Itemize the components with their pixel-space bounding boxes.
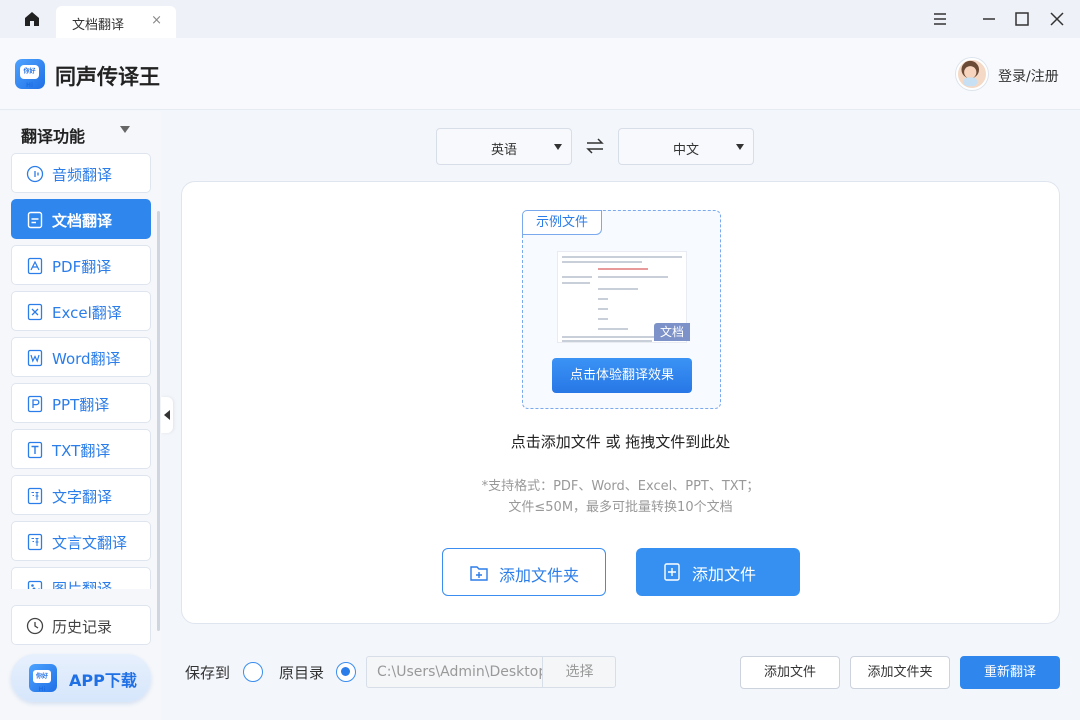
file-add-icon xyxy=(664,563,680,581)
sidebar-item-label: TXT翻译 xyxy=(52,442,111,460)
image-icon xyxy=(27,580,43,589)
avatar[interactable] xyxy=(956,58,988,90)
swap-icon[interactable] xyxy=(585,137,605,155)
sample-file-panel: 示例文件 文档 点击体验翻译效果 xyxy=(522,210,721,409)
chevron-left-icon xyxy=(164,410,170,420)
add-file-label: 添加文件 xyxy=(692,565,757,584)
translate-icon xyxy=(27,487,43,505)
output-path-value: C:\Users\Admin\Desktop xyxy=(377,664,542,680)
logo-text: 你好 Hi xyxy=(20,65,39,89)
app-header: 你好 Hi 同声传译王 登录/注册 xyxy=(0,38,1080,110)
app-download-label: APP下载 xyxy=(69,671,137,690)
sidebar-item-txt[interactable]: TXT翻译 xyxy=(11,429,151,469)
sidebar-item-classical-chinese[interactable]: 文言文翻译 xyxy=(11,521,151,561)
sidebar-item-label: 图片翻译 xyxy=(52,580,113,589)
sidebar-item-label: PDF翻译 xyxy=(52,258,112,276)
save-to-label: 保存到 xyxy=(185,664,231,682)
txt-icon xyxy=(27,441,43,459)
file-drop-zone[interactable]: 示例文件 文档 点击体验翻译效果 点击添加文件 或 拖拽文件到此处 *支持格式：… xyxy=(181,181,1060,624)
sidebar-item-label: PPT翻译 xyxy=(52,396,110,414)
choose-path-button[interactable]: 选择 xyxy=(542,657,616,687)
sidebar-item-word[interactable]: Word翻译 xyxy=(11,337,151,377)
clock-icon xyxy=(26,617,44,635)
ppt-icon xyxy=(27,395,43,413)
caret-down-icon xyxy=(554,144,562,150)
add-folder-button[interactable]: 添加文件夹 xyxy=(442,548,606,596)
login-register-link[interactable]: 登录/注册 xyxy=(998,66,1059,86)
menu-icon[interactable] xyxy=(929,8,951,30)
source-language-select[interactable]: 英语 xyxy=(436,128,572,165)
sidebar-item-image[interactable]: 图片翻译 xyxy=(11,567,151,589)
caret-down-icon xyxy=(736,144,744,150)
close-icon[interactable] xyxy=(1046,8,1068,30)
document-badge: 文档 xyxy=(654,323,690,341)
logo-text: 你好 Hi xyxy=(33,670,51,693)
sample-file-tag: 示例文件 xyxy=(522,210,602,235)
target-language-value: 中文 xyxy=(672,143,699,158)
file-limit-hint: 文件≤50M，最多可批量转换10个文档 xyxy=(508,500,733,515)
sidebar-item-label: 音频翻译 xyxy=(52,166,113,184)
folder-add-icon xyxy=(470,566,488,581)
app-logo: 你好 Hi xyxy=(15,59,45,89)
app-title: 同声传译王 xyxy=(55,65,160,89)
sidebar-item-excel[interactable]: Excel翻译 xyxy=(11,291,151,331)
add-folder-label: 添加文件夹 xyxy=(499,566,580,585)
sidebar-item-document[interactable]: 文档翻译 xyxy=(11,199,151,239)
tab-label: 文档翻译 xyxy=(72,18,125,33)
original-dir-label: 原目录 xyxy=(279,664,325,682)
tab-close-icon[interactable]: × xyxy=(151,13,162,28)
sidebar-item-label: 文言文翻译 xyxy=(52,534,128,552)
sidebar-item-text[interactable]: 文字翻译 xyxy=(11,475,151,515)
title-bar: 文档翻译 × xyxy=(0,0,1080,38)
word-icon xyxy=(27,349,43,367)
sidebar-item-label: 文档翻译 xyxy=(52,212,113,230)
tab-document-translate[interactable]: 文档翻译 × xyxy=(56,6,176,38)
excel-icon xyxy=(27,303,43,321)
source-language-value: 英语 xyxy=(490,143,517,158)
history-button[interactable]: 历史记录 xyxy=(11,605,151,645)
minimize-icon[interactable] xyxy=(978,8,1000,30)
output-path-field[interactable]: C:\Users\Admin\Desktop 选择 xyxy=(366,656,616,688)
document-icon xyxy=(27,211,43,229)
target-language-select[interactable]: 中文 xyxy=(618,128,754,165)
pdf-icon xyxy=(27,257,43,275)
retranslate-button[interactable]: 重新翻译 xyxy=(960,656,1060,689)
app-logo-icon: 你好 Hi xyxy=(29,664,57,693)
maximize-icon[interactable] xyxy=(1011,8,1033,30)
home-icon[interactable] xyxy=(22,9,42,29)
sidebar-collapse-handle[interactable] xyxy=(161,397,173,433)
sidebar-item-ppt[interactable]: PPT翻译 xyxy=(11,383,151,423)
bottom-add-folder-button[interactable]: 添加文件夹 xyxy=(850,656,950,689)
sidebar-item-label: Word翻译 xyxy=(52,350,121,368)
app-download-button[interactable]: 你好 Hi APP下载 xyxy=(11,654,151,702)
translate-icon xyxy=(27,533,43,551)
sidebar-heading: 翻译功能 xyxy=(21,127,86,146)
history-label: 历史记录 xyxy=(52,618,113,636)
supported-formats-hint: *支持格式：PDF、Word、Excel、PPT、TXT； xyxy=(481,479,760,494)
save-custom-radio[interactable] xyxy=(243,662,263,682)
add-file-button[interactable]: 添加文件 xyxy=(636,548,800,596)
audio-icon xyxy=(26,165,44,183)
bottom-add-file-button[interactable]: 添加文件 xyxy=(740,656,840,689)
sidebar-scrollbar[interactable] xyxy=(157,211,160,631)
try-translation-button[interactable]: 点击体验翻译效果 xyxy=(552,358,692,393)
chevron-down-icon[interactable] xyxy=(120,126,130,133)
drop-instruction: 点击添加文件 或 拖拽文件到此处 xyxy=(510,433,731,451)
sidebar-item-pdf[interactable]: PDF翻译 xyxy=(11,245,151,285)
sidebar-item-audio[interactable]: 音频翻译 xyxy=(11,153,151,193)
original-dir-radio[interactable] xyxy=(336,662,356,682)
sidebar-list: 音频翻译 文档翻译 PDF翻译 Excel翻译 Word翻译 PPT翻译 TXT… xyxy=(11,153,151,589)
sidebar-item-label: Excel翻译 xyxy=(52,304,122,322)
sidebar: 翻译功能 音频翻译 文档翻译 PDF翻译 Excel翻译 Word翻译 PPT翻… xyxy=(0,111,161,720)
sidebar-item-label: 文字翻译 xyxy=(52,488,113,506)
